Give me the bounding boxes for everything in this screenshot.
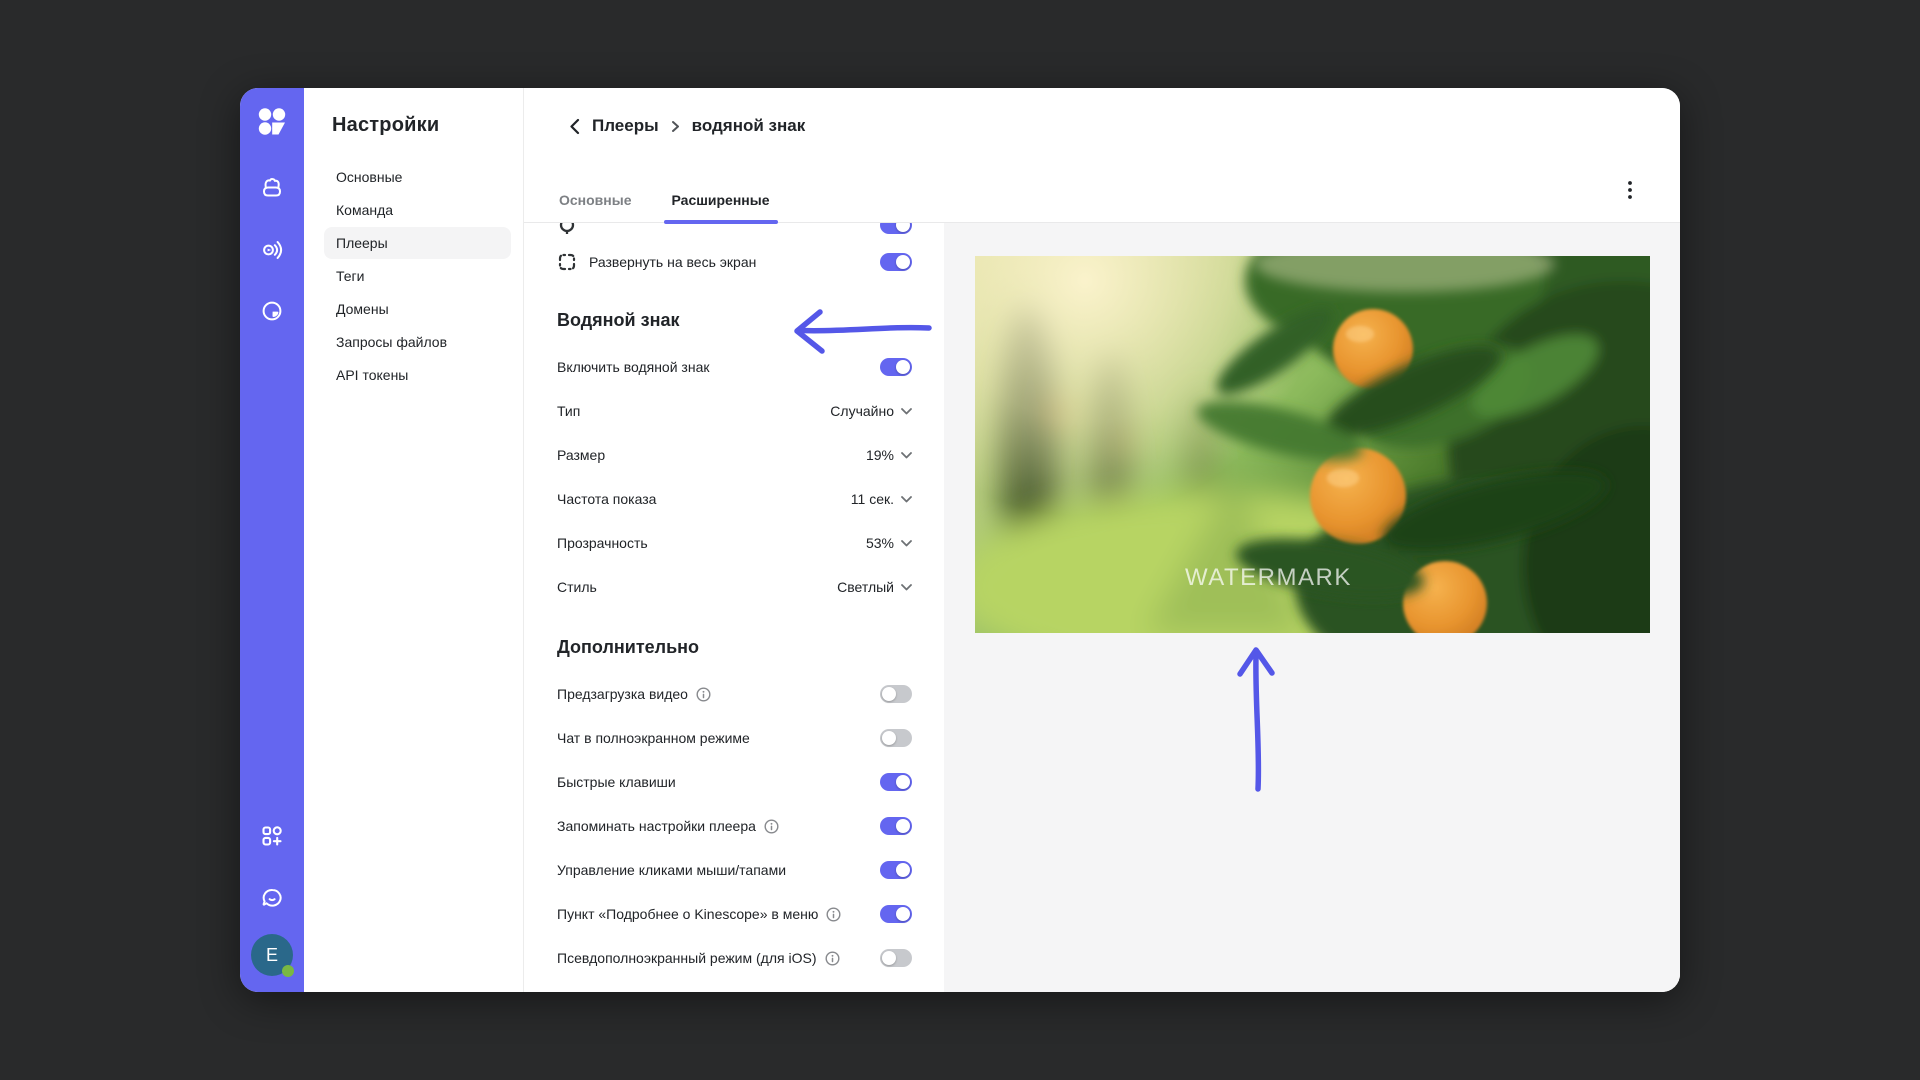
chevron-down-icon bbox=[901, 539, 912, 546]
watermark-style-row: Стиль Светлый bbox=[557, 565, 912, 609]
app-window: E Настройки Основные Команда Плееры Теги… bbox=[240, 88, 1680, 992]
nav-item-team[interactable]: Команда bbox=[324, 194, 511, 226]
nav-item-file-requests[interactable]: Запросы файлов bbox=[324, 326, 511, 358]
player-icon[interactable] bbox=[250, 227, 294, 271]
settings-scroll-column[interactable]: Развернуть на весь экран Водяной знак Вк… bbox=[524, 223, 944, 992]
breadcrumb-players[interactable]: Плееры bbox=[592, 116, 659, 136]
settings-nav-panel: Настройки Основные Команда Плееры Теги Д… bbox=[304, 88, 524, 992]
avatar[interactable]: E bbox=[251, 934, 294, 977]
remember-settings-row: Запоминать настройки плеера bbox=[557, 804, 912, 848]
clipped-setting-row bbox=[557, 223, 912, 234]
watermark-overlay-text: WATERMARK bbox=[1185, 564, 1352, 591]
video-preview[interactable]: WATERMARK bbox=[975, 256, 1650, 633]
watermark-type-row: Тип Случайно bbox=[557, 389, 912, 433]
watermark-size-row: Размер 19% bbox=[557, 433, 912, 477]
chevron-down-icon bbox=[901, 495, 912, 502]
chat-icon[interactable] bbox=[250, 876, 294, 920]
fullscreen-toggle[interactable] bbox=[880, 253, 912, 271]
fullscreen-chat-toggle[interactable] bbox=[880, 729, 912, 747]
content-header: Плееры водяной знак Основные Расширенные bbox=[524, 88, 1680, 224]
nav-item-domains[interactable]: Домены bbox=[324, 293, 511, 325]
projects-folder-icon[interactable] bbox=[250, 165, 294, 209]
fullscreen-setting-row: Развернуть на весь экран bbox=[557, 234, 912, 290]
enable-watermark-row: Включить водяной знак bbox=[557, 345, 912, 389]
apps-plus-icon[interactable] bbox=[250, 814, 294, 858]
breadcrumb-watermark: водяной знак bbox=[691, 116, 806, 135]
nav-item-tags[interactable]: Теги bbox=[324, 260, 511, 292]
remember-settings-toggle[interactable] bbox=[880, 817, 912, 835]
click-control-row: Управление кликами мыши/тапами bbox=[557, 848, 912, 892]
chevron-left-icon[interactable] bbox=[569, 118, 580, 135]
setting-label: Включить водяной знак bbox=[557, 359, 710, 375]
watermark-opacity-select[interactable]: 53% bbox=[866, 535, 912, 551]
chevron-down-icon bbox=[901, 451, 912, 458]
tab-bar: Основные Расширенные bbox=[557, 192, 778, 224]
app-sidebar: E bbox=[240, 88, 304, 992]
clipped-setting-icon bbox=[557, 223, 577, 234]
content-area: Плееры водяной знак Основные Расширенные bbox=[524, 88, 1680, 992]
tab-basic[interactable]: Основные bbox=[557, 192, 634, 222]
chevron-down-icon bbox=[901, 407, 912, 414]
preload-row: Предзагрузка видео bbox=[557, 672, 912, 716]
info-icon[interactable] bbox=[826, 906, 841, 922]
watermark-size-select[interactable]: 19% bbox=[866, 447, 912, 463]
info-icon[interactable] bbox=[764, 818, 779, 834]
breadcrumb: Плееры водяной знак bbox=[569, 116, 805, 136]
click-control-toggle[interactable] bbox=[880, 861, 912, 879]
analytics-icon[interactable] bbox=[250, 289, 294, 333]
watermark-frequency-select[interactable]: 11 сек. bbox=[851, 491, 912, 507]
watermark-opacity-row: Прозрачность 53% bbox=[557, 521, 912, 565]
watermark-type-select[interactable]: Случайно bbox=[830, 403, 912, 419]
online-status-dot bbox=[282, 965, 294, 977]
fullscreen-chat-row: Чат в полноэкранном режиме bbox=[557, 716, 912, 760]
watermark-style-select[interactable]: Светлый bbox=[837, 579, 912, 595]
clipped-setting-toggle[interactable] bbox=[880, 223, 912, 234]
watermark-section-title: Водяной знак bbox=[557, 310, 680, 330]
hotkeys-row: Быстрые клавиши bbox=[557, 760, 912, 804]
breadcrumb-separator-icon bbox=[671, 120, 679, 132]
info-icon[interactable] bbox=[824, 950, 840, 966]
about-menu-item-row: Пункт «Подробнее о Kinescope» в меню bbox=[557, 892, 912, 936]
nav-item-api-tokens[interactable]: API токены bbox=[324, 359, 511, 391]
setting-label: Развернуть на весь экран bbox=[589, 254, 757, 270]
fullscreen-icon bbox=[557, 252, 577, 272]
preload-toggle[interactable] bbox=[880, 685, 912, 703]
page-title: Настройки bbox=[332, 114, 440, 136]
pseudo-fullscreen-toggle[interactable] bbox=[880, 949, 912, 967]
enable-watermark-toggle[interactable] bbox=[880, 358, 912, 376]
watermark-frequency-row: Частота показа 11 сек. bbox=[557, 477, 912, 521]
info-icon[interactable] bbox=[696, 686, 711, 702]
about-menu-item-toggle[interactable] bbox=[880, 905, 912, 923]
nav-item-players[interactable]: Плееры bbox=[324, 227, 511, 259]
additional-section-title: Дополнительно bbox=[557, 637, 700, 657]
hotkeys-toggle[interactable] bbox=[880, 773, 912, 791]
kebab-menu-icon[interactable] bbox=[1616, 176, 1644, 204]
player-preview-panel: WATERMARK bbox=[944, 223, 1680, 992]
avatar-initial: E bbox=[265, 944, 278, 965]
tab-advanced[interactable]: Расширенные bbox=[663, 192, 778, 224]
chevron-down-icon bbox=[901, 583, 912, 590]
kinescope-logo-icon[interactable] bbox=[255, 105, 289, 139]
pseudo-fullscreen-row: Псевдополноэкранный режим (для iOS) bbox=[557, 936, 912, 980]
nav-item-general[interactable]: Основные bbox=[324, 161, 511, 193]
